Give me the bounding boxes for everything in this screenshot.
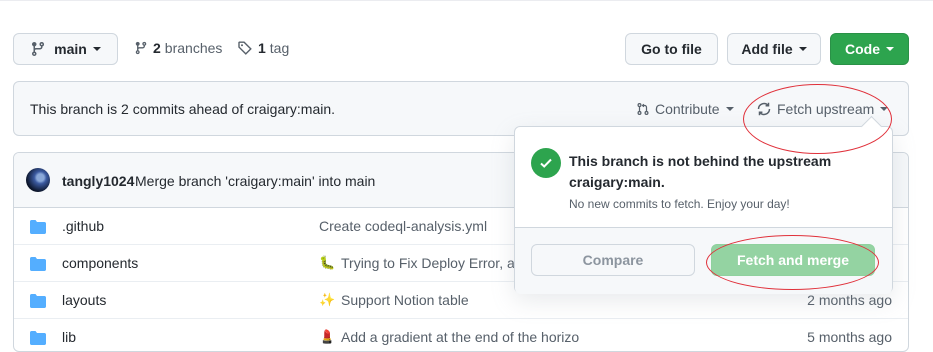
popover-actions: Compare Fetch and merge bbox=[515, 227, 892, 294]
lipstick-emoji-icon: 💄 bbox=[319, 329, 336, 344]
go-to-file-label: Go to file bbox=[641, 41, 702, 57]
sync-icon bbox=[757, 102, 771, 116]
popover-body: This branch is not behind the upstream c… bbox=[515, 127, 892, 227]
branches-text: branches bbox=[164, 40, 223, 56]
sparkles-emoji-icon: ✨ bbox=[319, 292, 336, 307]
compare-label: Compare bbox=[582, 252, 644, 268]
git-branch-icon bbox=[135, 41, 147, 55]
file-name[interactable]: .github bbox=[62, 218, 104, 234]
fetch-upstream-label: Fetch upstream bbox=[777, 101, 875, 117]
avatar[interactable] bbox=[26, 168, 50, 192]
file-commit-text: Add a gradient at the end of the horizo bbox=[341, 329, 580, 345]
tag-icon bbox=[238, 41, 252, 55]
chevron-down-icon bbox=[798, 47, 807, 51]
fetch-upstream-popover: This branch is not behind the upstream c… bbox=[514, 126, 893, 294]
go-to-file-button[interactable]: Go to file bbox=[625, 33, 718, 65]
folder-icon bbox=[30, 220, 46, 234]
file-commit-message[interactable]: 🐛 Trying to Fix Deploy Error, ag bbox=[319, 255, 523, 271]
chevron-down-icon bbox=[92, 47, 101, 51]
commit-author[interactable]: tangly1024 bbox=[62, 173, 134, 189]
branch-selector-button[interactable]: main bbox=[13, 33, 118, 65]
file-commit-message[interactable]: ✨ Support Notion table bbox=[319, 292, 469, 308]
file-age: 5 months ago bbox=[807, 329, 892, 345]
fetch-and-merge-button[interactable]: Fetch and merge bbox=[711, 244, 875, 276]
popover-subtitle: No new commits to fetch. Enjoy your day! bbox=[569, 197, 790, 211]
branches-link[interactable]: 2 branches bbox=[134, 40, 222, 56]
table-row: lib 💄 Add a gradient at the end of the h… bbox=[14, 319, 908, 351]
commit-message[interactable]: Merge branch 'craigary:main' into main bbox=[135, 173, 375, 189]
tags-count: 1 bbox=[258, 40, 266, 56]
compare-button[interactable]: Compare bbox=[531, 244, 695, 276]
file-name[interactable]: layouts bbox=[62, 292, 106, 308]
ahead-message: This branch is 2 commits ahead of craiga… bbox=[30, 101, 336, 117]
code-label: Code bbox=[845, 41, 880, 57]
fetch-upstream-button[interactable]: Fetch upstream bbox=[756, 101, 889, 117]
folder-icon bbox=[30, 331, 46, 345]
top-divider bbox=[0, 0, 933, 1]
tags-text: tag bbox=[269, 40, 290, 56]
file-commit-text: Trying to Fix Deploy Error, ag bbox=[341, 255, 523, 271]
file-commit-text: Create codeql-analysis.yml bbox=[319, 218, 488, 234]
folder-icon bbox=[30, 257, 46, 271]
contribute-label: Contribute bbox=[655, 101, 720, 117]
tags-link[interactable]: 1 tag bbox=[237, 40, 289, 56]
git-pull-request-icon bbox=[637, 103, 649, 115]
popover-title: This branch is not behind the upstream c… bbox=[569, 153, 832, 190]
git-branch-icon bbox=[32, 41, 45, 57]
file-age: 2 months ago bbox=[807, 292, 892, 308]
fetch-and-merge-label: Fetch and merge bbox=[736, 252, 850, 268]
add-file-button[interactable]: Add file bbox=[727, 33, 821, 65]
file-name[interactable]: lib bbox=[62, 329, 76, 345]
code-button[interactable]: Code bbox=[830, 33, 909, 65]
folder-icon bbox=[30, 294, 46, 308]
contribute-button[interactable]: Contribute bbox=[636, 101, 734, 117]
bug-emoji-icon: 🐛 bbox=[319, 255, 336, 270]
chevron-down-icon bbox=[886, 47, 894, 51]
file-commit-message[interactable]: Create codeql-analysis.yml bbox=[319, 218, 487, 234]
branches-count: 2 bbox=[153, 40, 161, 56]
file-name[interactable]: components bbox=[62, 255, 138, 271]
check-circle-icon bbox=[531, 148, 561, 178]
chevron-down-icon bbox=[880, 107, 889, 111]
chevron-down-icon bbox=[725, 107, 734, 111]
branch-name: main bbox=[54, 41, 87, 57]
file-commit-message[interactable]: 💄 Add a gradient at the end of the horiz… bbox=[319, 329, 579, 345]
file-commit-text: Support Notion table bbox=[341, 292, 469, 308]
add-file-label: Add file bbox=[741, 41, 793, 57]
